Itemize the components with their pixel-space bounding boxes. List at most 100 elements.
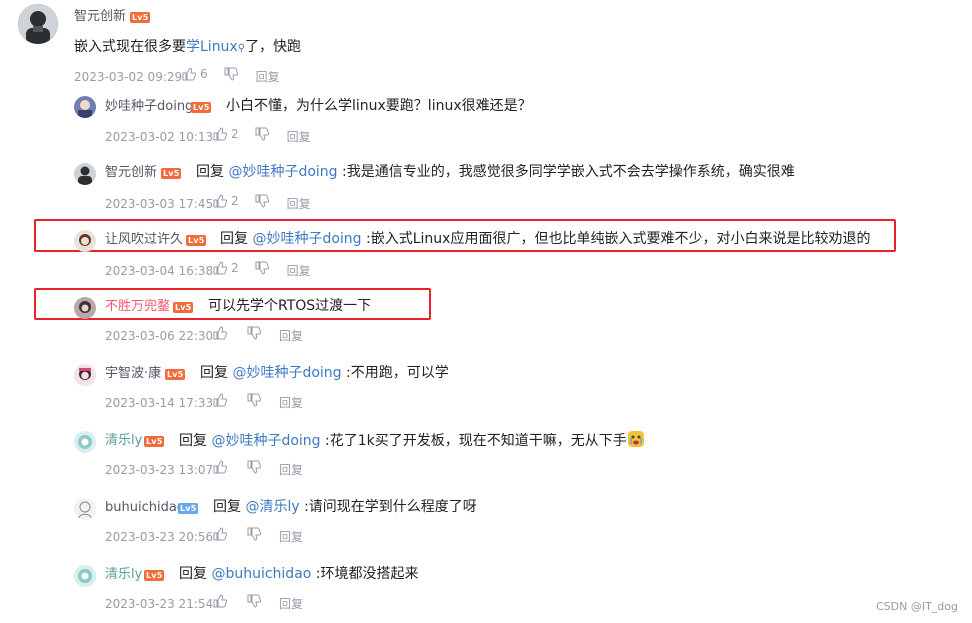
reply-item: 宇智波·康 Lv5 回复 @妙哇种子doing :不用跑，可以学 2023-03… [0,360,972,420]
timestamp: 2023-03-23 20:56 [105,530,214,544]
like-button[interactable]: 2 [213,260,239,276]
mention-link[interactable]: @妙哇种子doing [232,365,341,381]
main-comment: 智元创新 Lv5 嵌入式现在很多要学Linux⚲了，快跑 2023-03-02 … [0,0,972,90]
dislike-button[interactable] [247,594,261,608]
like-button[interactable] [213,527,231,541]
like-button[interactable] [213,393,231,407]
level-badge: Lv5 [130,12,151,23]
dislike-button[interactable] [224,67,238,81]
level-badge: Lv5 [186,235,207,246]
reply-meta: 2023-03-02 10:13 2 回复 [105,126,311,145]
thumbs-up-icon [182,67,196,81]
reply-word: 回复 [196,164,224,180]
username[interactable]: buhuichidao [105,499,185,517]
timestamp: 2023-03-04 16:38 [105,264,214,278]
username[interactable]: 宇智波·康 [105,365,161,383]
thumbs-down-icon [247,527,261,541]
like-button[interactable] [213,460,231,474]
reply-content: :不用跑，可以学 [346,365,449,381]
level-badge: Lv5 [161,168,182,179]
dislike-button[interactable] [247,393,261,407]
reply-text: 可以先学个RTOS过渡一下 [208,296,371,316]
reply-button[interactable]: 回复 [279,529,303,545]
reply-content: 可以先学个RTOS过渡一下 [208,298,372,314]
avatar[interactable] [74,297,96,319]
level-badge: Lv5 [178,503,199,514]
reply-content: 小白不懂，为什么学linux要跑？linux很难还是？ [226,98,532,114]
reply-button[interactable]: 回复 [279,596,303,612]
reply-item: 不胜万兜鍪 Lv5 可以先学个RTOS过渡一下 2023-03-06 22:30… [0,293,972,353]
reply-button[interactable]: 回复 [279,328,303,344]
thumbs-up-icon [213,326,227,340]
avatar[interactable] [74,163,96,185]
like-button[interactable]: 2 [213,126,239,142]
dislike-button[interactable] [255,127,269,141]
username[interactable]: 智元创新 [74,8,126,26]
reply-button[interactable]: 回复 [287,129,311,145]
like-button[interactable]: 6 [182,66,208,82]
username[interactable]: 清乐ly [105,566,142,584]
reply-button[interactable]: 回复 [287,196,311,212]
avatar[interactable] [74,498,96,520]
like-button[interactable]: 2 [213,193,239,209]
keyword-link[interactable]: 学Linux [186,39,238,55]
mention-link[interactable]: @清乐ly [245,499,299,515]
reply-content: :我是通信专业的，我感觉很多同学学嵌入式不会去学操作系统，确实很难 [342,164,795,180]
reply-word: 回复 [220,231,248,247]
username[interactable]: 让风吹过许久 [105,231,183,249]
mention-link[interactable]: @buhuichidao [211,566,311,582]
reply-text: 回复 @清乐ly :请问现在学到什么程度了呀 [213,497,477,517]
comment-text-suffix: 了，快跑 [245,39,302,55]
avatar[interactable] [18,4,58,44]
comment-meta: 2023-03-02 09:29 6 回复 [74,66,280,85]
username[interactable]: 不胜万兜鍪 [105,298,170,316]
like-button[interactable] [213,594,231,608]
reply-button[interactable]: 回复 [279,395,303,411]
timestamp: 2023-03-23 13:07 [105,463,214,477]
avatar[interactable] [74,431,96,453]
reply-button[interactable]: 回复 [279,462,303,478]
level-badge: Lv5 [144,570,165,581]
reply-text: 回复 @妙哇种子doing :我是通信专业的，我感觉很多同学学嵌入式不会去学操作… [196,162,795,182]
mention-link[interactable]: @妙哇种子doing [252,231,361,247]
reply-text: 小白不懂，为什么学linux要跑？linux很难还是？ [226,96,532,116]
avatar[interactable] [74,565,96,587]
reply-meta: 2023-03-14 17:33 回复 [105,393,303,411]
like-button[interactable] [213,326,231,340]
like-count: 2 [231,127,239,141]
thumbs-up-icon [213,594,227,608]
mention-link[interactable]: @妙哇种子doing [211,433,320,449]
reply-meta: 2023-03-04 16:38 2 回复 [105,260,311,279]
timestamp: 2023-03-06 22:30 [105,329,214,343]
username[interactable]: 智元创新 [105,164,157,182]
avatar[interactable] [74,230,96,252]
thumbs-down-icon [255,127,269,141]
thumbs-down-icon [224,67,238,81]
timestamp: 2023-03-14 17:33 [105,396,214,410]
dislike-button[interactable] [255,261,269,275]
like-count: 2 [231,261,239,275]
avatar[interactable] [74,96,96,118]
dislike-button[interactable] [255,194,269,208]
reply-button[interactable]: 回复 [287,263,311,279]
reply-item: buhuichidao Lv5 回复 @清乐ly :请问现在学到什么程度了呀 2… [0,494,972,554]
avatar[interactable] [74,364,96,386]
thumbs-up-icon [213,194,227,208]
reply-word: 回复 [179,433,207,449]
like-count: 6 [200,67,208,81]
dislike-button[interactable] [247,460,261,474]
dislike-button[interactable] [247,326,261,340]
reply-button[interactable]: 回复 [256,69,280,85]
thumbs-down-icon [247,594,261,608]
reply-word: 回复 [213,499,241,515]
watermark: CSDN @IT_dog [875,600,958,613]
username[interactable]: 妙哇种子doing [105,98,193,116]
reply-item: 清乐ly Lv5 回复 @buhuichidao :环境都没搭起来 2023-0… [0,561,972,621]
reply-text: 回复 @buhuichidao :环境都没搭起来 [179,564,419,584]
level-badge: Lv5 [191,102,212,113]
dislike-button[interactable] [247,527,261,541]
mention-link[interactable]: @妙哇种子doing [228,164,337,180]
reply-item: 清乐ly Lv5 回复 @妙哇种子doing :花了1k买了开发板，现在不知道干… [0,427,972,487]
username[interactable]: 清乐ly [105,432,142,450]
reply-meta: 2023-03-03 17:45 2 回复 [105,193,311,212]
